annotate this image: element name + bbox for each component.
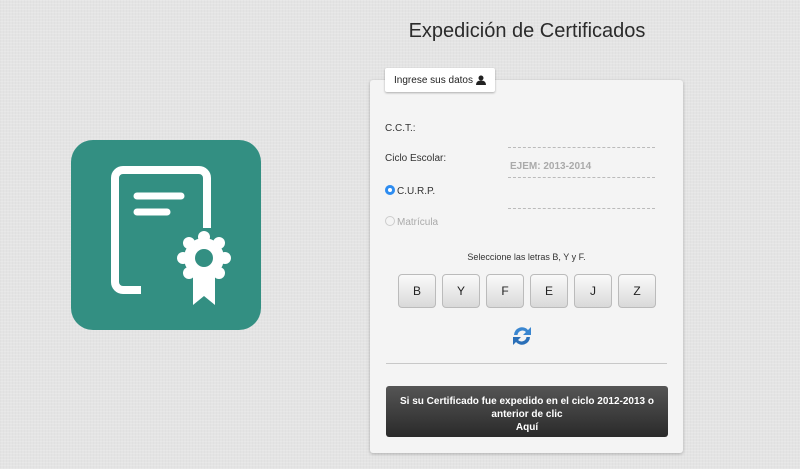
old-cert-line2: anterior de clic xyxy=(491,408,563,420)
captcha-hint: Seleccione las letras B, Y y F. xyxy=(467,252,586,262)
refresh-icon[interactable] xyxy=(510,324,534,348)
old-cert-line1: Si su Certificado fue expedido en el cic… xyxy=(400,395,654,407)
curp-label: C.U.R.P. xyxy=(397,186,436,197)
ciclo-input[interactable]: EJEM: 2013-2014 xyxy=(510,161,591,172)
old-cert-link[interactable]: Aquí xyxy=(386,421,668,434)
captcha-letters: B Y F E J Z xyxy=(398,274,656,308)
user-icon xyxy=(475,75,486,85)
letter-button[interactable]: Y xyxy=(442,274,480,308)
ciclo-input-line xyxy=(508,177,655,178)
radio-checked-icon[interactable] xyxy=(385,185,395,195)
letter-button[interactable]: F xyxy=(486,274,524,308)
radio-curp[interactable]: C.U.R.P. xyxy=(385,185,435,197)
certificate-logo-icon xyxy=(71,140,261,330)
radio-matricula[interactable]: Matrícula xyxy=(385,216,438,228)
tab-ingrese-datos[interactable]: Ingrese sus datos xyxy=(385,68,495,92)
letter-button[interactable]: J xyxy=(574,274,612,308)
curp-input[interactable] xyxy=(508,208,655,209)
divider xyxy=(386,363,667,364)
letter-button[interactable]: B xyxy=(398,274,436,308)
cct-label: C.C.T.: xyxy=(385,123,416,134)
ciclo-label: Ciclo Escolar: xyxy=(385,153,447,164)
page-title: Expedición de Certificados xyxy=(408,20,646,42)
matricula-label: Matrícula xyxy=(397,217,439,228)
cct-input[interactable] xyxy=(508,147,655,148)
letter-button[interactable]: E xyxy=(530,274,568,308)
tab-label: Ingrese sus datos xyxy=(394,74,473,86)
old-certificate-button[interactable]: Si su Certificado fue expedido en el cic… xyxy=(386,386,668,437)
radio-unchecked-icon[interactable] xyxy=(385,216,395,226)
letter-button[interactable]: Z xyxy=(618,274,656,308)
